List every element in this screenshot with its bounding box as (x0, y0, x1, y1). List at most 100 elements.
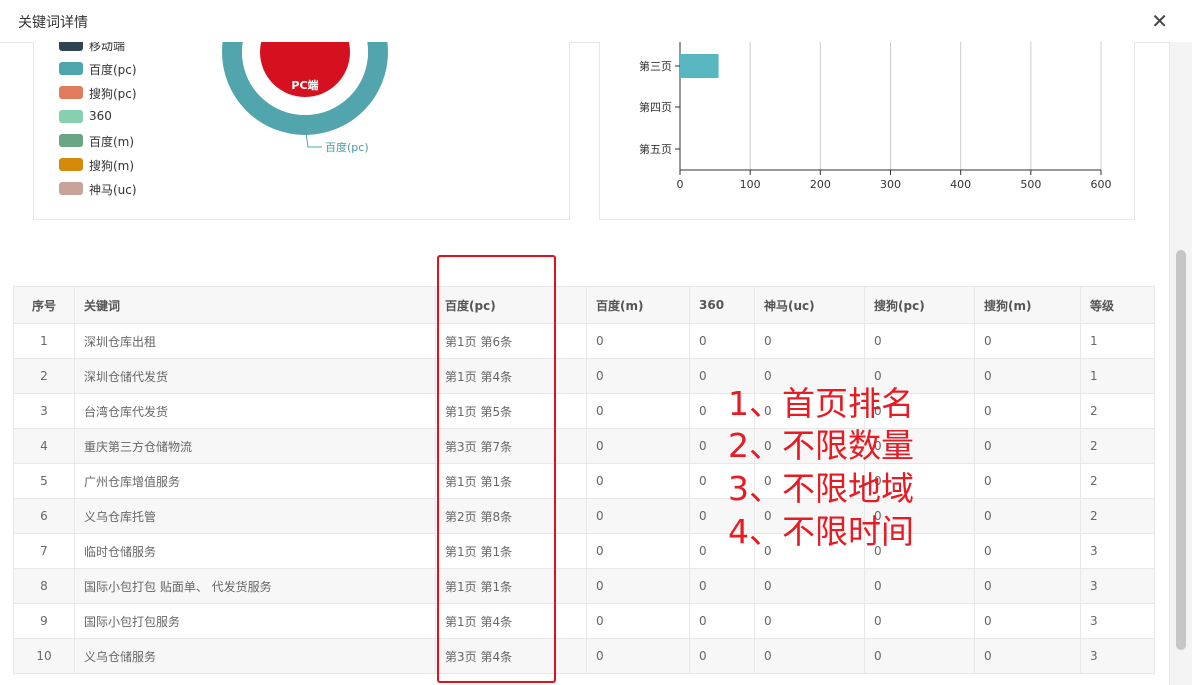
table-row[interactable]: 4 重庆第三方仓储物流 第3页 第7条 0 0 0 0 0 2 (13, 428, 1155, 464)
table-cell: 4 (13, 428, 75, 464)
x-tick-label: 300 (880, 178, 901, 191)
table-cell: 9 (13, 603, 75, 639)
pie-chart-panel: 移动端 百度(pc) 搜狗(pc) 360 百度(m) 搜狗(m) 神马(uc) PC端 百… (33, 42, 570, 220)
bar-chart-panel: 0 100 200 300 400 500 600 第三页 第四页 第五页 (599, 42, 1135, 220)
table-row[interactable]: 9 国际小包打包服务 第1页 第4条 0 0 0 0 0 3 (13, 603, 1155, 639)
table-row[interactable]: 10 义乌仓储服务 第3页 第4条 0 0 0 0 0 3 (13, 638, 1155, 674)
table-cell: 0 (974, 603, 1081, 639)
table-cell: 国际小包打包服务 (74, 603, 436, 639)
close-icon[interactable]: ✕ (1151, 9, 1168, 33)
dialog-title: 关键词详情 (18, 15, 88, 31)
table-cell: 1 (13, 323, 75, 359)
annotation-4: 4、不限时间 (728, 512, 914, 551)
column-header[interactable]: 百度(pc) (435, 286, 587, 324)
table-cell: 0 (974, 428, 1081, 464)
table-cell: 6 (13, 498, 75, 534)
pie-center-label: PC端 (291, 78, 318, 92)
x-tick-label: 200 (810, 178, 831, 191)
table-cell: 0 (974, 463, 1081, 499)
pie-chart: PC端 百度(pc) (222, 42, 388, 154)
column-header[interactable]: 搜狗(m) (974, 286, 1081, 324)
table-cell: 台湾仓库代发货 (74, 393, 436, 429)
table-cell: 第1页 第5条 (435, 393, 587, 429)
table-header-row: 序号 关键词 百度(pc) 百度(m) 360 神马(uc) 搜狗(pc) 搜狗(m) 等级 (13, 286, 1155, 324)
table-cell: 3 (1080, 533, 1155, 569)
column-header[interactable]: 序号 (13, 286, 75, 324)
table-cell: 0 (586, 568, 690, 604)
column-header[interactable]: 360 (689, 286, 755, 324)
table-cell: 3 (1080, 568, 1155, 604)
annotation-1: 1、首页排名 (728, 384, 914, 423)
pie-callout-label: 百度(pc) (325, 140, 369, 154)
table-cell: 0 (864, 568, 975, 604)
table-cell: 第3页 第4条 (435, 638, 587, 674)
table-cell: 0 (754, 568, 865, 604)
table-cell: 0 (689, 568, 755, 604)
table-cell: 3 (13, 393, 75, 429)
table-row[interactable]: 5 广州仓库增值服务 第1页 第1条 0 0 0 0 0 2 (13, 463, 1155, 499)
table-cell: 第1页 第1条 (435, 568, 587, 604)
column-header[interactable]: 百度(m) (586, 286, 690, 324)
keyword-table: 序号 关键词 百度(pc) 百度(m) 360 神马(uc) 搜狗(pc) 搜狗(m) 等级 1… (13, 286, 1155, 674)
table-cell: 10 (13, 638, 75, 674)
table-cell: 义乌仓储服务 (74, 638, 436, 674)
bar[interactable] (680, 54, 719, 78)
column-header[interactable]: 神马(uc) (754, 286, 865, 324)
table-cell: 2 (1080, 428, 1155, 464)
table-cell: 1 (1080, 323, 1155, 359)
table-cell: 第2页 第8条 (435, 498, 587, 534)
table-cell: 0 (586, 603, 690, 639)
table-cell: 第1页 第1条 (435, 533, 587, 569)
table-cell: 0 (754, 323, 865, 359)
table-row[interactable]: 8 国际小包打包 贴面单、 代发货服务 第1页 第1条 0 0 0 0 0 3 (13, 568, 1155, 604)
column-header[interactable]: 搜狗(pc) (864, 286, 975, 324)
table-cell: 0 (586, 358, 690, 394)
table-cell: 0 (974, 358, 1081, 394)
table-row[interactable]: 6 义乌仓库托管 第2页 第8条 0 0 0 0 0 2 (13, 498, 1155, 534)
table-body: 1 深圳仓库出租 第1页 第6条 0 0 0 0 0 1 2 深圳仓储代发货 第1页 第4条 0 0 0 0 0… (13, 323, 1155, 674)
table-cell: 深圳仓库出租 (74, 323, 436, 359)
table-cell: 0 (586, 638, 690, 674)
table-cell: 0 (586, 498, 690, 534)
table-row[interactable]: 2 深圳仓储代发货 第1页 第4条 0 0 0 0 0 1 (13, 358, 1155, 394)
table-cell: 0 (864, 638, 975, 674)
table-row[interactable]: 7 临时仓储服务 第1页 第1条 0 0 0 0 0 3 (13, 533, 1155, 569)
table-cell: 3 (1080, 603, 1155, 639)
table-cell: 0 (974, 568, 1081, 604)
y-tick-label: 第五页 (639, 142, 672, 156)
table-cell: 2 (1080, 463, 1155, 499)
table-cell: 5 (13, 463, 75, 499)
x-tick-label: 600 (1091, 178, 1112, 191)
table-cell: 0 (689, 603, 755, 639)
x-tick-label: 0 (677, 178, 684, 191)
table-cell: 2 (1080, 498, 1155, 534)
table-cell: 0 (974, 393, 1081, 429)
table-cell: 0 (974, 533, 1081, 569)
table-cell: 深圳仓储代发货 (74, 358, 436, 394)
column-header[interactable]: 等级 (1080, 286, 1155, 324)
table-cell: 2 (13, 358, 75, 394)
table-cell: 0 (754, 638, 865, 674)
table-row[interactable]: 1 深圳仓库出租 第1页 第6条 0 0 0 0 0 1 (13, 323, 1155, 359)
table-cell: 2 (1080, 393, 1155, 429)
column-header[interactable]: 关键词 (74, 286, 436, 324)
table-cell: 国际小包打包 贴面单、 代发货服务 (74, 568, 436, 604)
bar-chart: 0 100 200 300 400 500 600 第三页第四页第五页 (639, 42, 1112, 191)
table-cell: 重庆第三方仓储物流 (74, 428, 436, 464)
table-cell: 0 (754, 603, 865, 639)
table-cell: 0 (586, 428, 690, 464)
annotation-2: 2、不限数量 (728, 426, 914, 465)
table-cell: 第3页 第7条 (435, 428, 587, 464)
table-cell: 义乌仓库托管 (74, 498, 436, 534)
table-cell: 0 (864, 603, 975, 639)
table-row[interactable]: 3 台湾仓库代发货 第1页 第5条 0 0 0 0 0 2 (13, 393, 1155, 429)
x-tick-label: 400 (950, 178, 971, 191)
table-cell: 0 (974, 323, 1081, 359)
scrollbar-thumb[interactable] (1176, 250, 1186, 650)
table-cell: 7 (13, 533, 75, 569)
table-cell: 0 (864, 323, 975, 359)
table-cell: 0 (689, 323, 755, 359)
x-tick-label: 100 (740, 178, 761, 191)
table-cell: 3 (1080, 638, 1155, 674)
y-tick-label: 第三页 (639, 59, 672, 73)
